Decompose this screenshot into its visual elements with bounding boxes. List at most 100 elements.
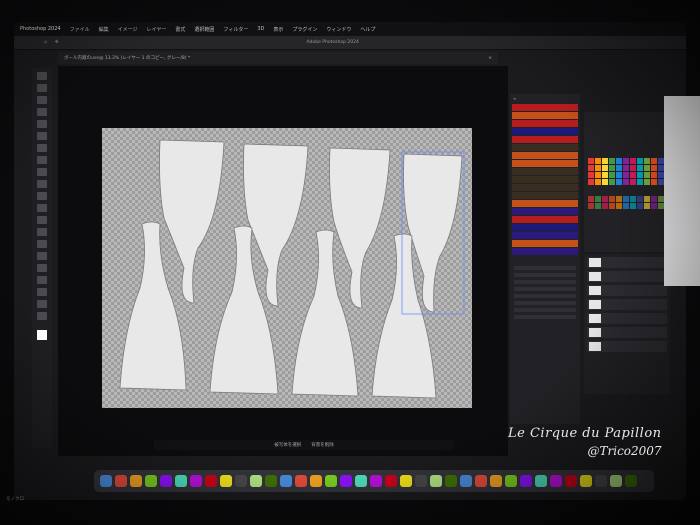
color-swatch[interactable] — [609, 179, 615, 185]
color-swatch[interactable] — [602, 196, 608, 202]
color-swatch[interactable] — [644, 172, 650, 178]
color-swatch[interactable] — [630, 165, 636, 171]
channel-row[interactable] — [512, 168, 578, 175]
frame-tool-icon[interactable] — [37, 132, 47, 140]
menu-filter[interactable]: フィルター — [223, 26, 248, 33]
menu-select[interactable]: 選択範囲 — [194, 26, 214, 33]
color-swatch[interactable] — [588, 203, 594, 209]
object-select-tool-icon[interactable] — [37, 108, 47, 116]
dock-app-icon[interactable] — [445, 475, 457, 487]
swatch-grid[interactable] — [588, 158, 666, 186]
menu-help[interactable]: ヘルプ — [360, 26, 375, 33]
color-swatch[interactable] — [595, 179, 601, 185]
channel-row[interactable] — [512, 248, 578, 255]
close-tab-icon[interactable]: × — [488, 56, 492, 61]
dock-app-icon[interactable] — [505, 475, 517, 487]
color-swatch[interactable] — [630, 203, 636, 209]
channel-row[interactable] — [512, 176, 578, 183]
dock-app-icon[interactable] — [490, 475, 502, 487]
marquee-tool-icon[interactable] — [37, 84, 47, 92]
dock-app-icon[interactable] — [475, 475, 487, 487]
color-swatch[interactable] — [637, 179, 643, 185]
menu-type[interactable]: 書式 — [175, 26, 185, 33]
dock-app-icon[interactable] — [535, 475, 547, 487]
color-swatch[interactable] — [623, 165, 629, 171]
crop-tool-icon[interactable] — [37, 120, 47, 128]
color-swatch[interactable] — [651, 165, 657, 171]
channel-row[interactable] — [512, 128, 578, 135]
dock-app-icon[interactable] — [520, 475, 532, 487]
channel-row[interactable] — [512, 240, 578, 247]
layer-item[interactable] — [587, 313, 667, 324]
app-name[interactable]: Photoshop 2024 — [20, 26, 61, 32]
color-swatch[interactable] — [623, 203, 629, 209]
color-swatch[interactable] — [630, 158, 636, 164]
color-swatch[interactable] — [623, 179, 629, 185]
dock-app-icon[interactable] — [595, 475, 607, 487]
menu-3d[interactable]: 3D — [257, 26, 264, 32]
property-row[interactable] — [514, 301, 576, 305]
dock-app-icon[interactable] — [625, 475, 637, 487]
color-swatch[interactable] — [588, 165, 594, 171]
lasso-tool-icon[interactable] — [37, 96, 47, 104]
channel-row[interactable] — [512, 224, 578, 231]
color-swatch[interactable] — [616, 158, 622, 164]
color-swatch[interactable] — [644, 196, 650, 202]
color-swatch[interactable] — [616, 203, 622, 209]
menu-file[interactable]: ファイル — [70, 26, 90, 33]
channel-row[interactable] — [512, 216, 578, 223]
menu-plugins[interactable]: プラグイン — [292, 26, 317, 33]
color-swatch[interactable] — [595, 203, 601, 209]
color-swatch[interactable] — [595, 158, 601, 164]
property-row[interactable] — [514, 273, 576, 277]
color-swatch[interactable] — [637, 203, 643, 209]
color-swatch[interactable] — [602, 203, 608, 209]
color-swatch[interactable] — [595, 165, 601, 171]
color-swatch[interactable] — [609, 172, 615, 178]
color-swatch[interactable] — [623, 196, 629, 202]
dock-app-icon[interactable] — [205, 475, 217, 487]
channel-row[interactable] — [512, 136, 578, 143]
brush-tool-icon[interactable] — [37, 168, 47, 176]
document-workspace[interactable] — [58, 66, 508, 456]
dock-app-icon[interactable] — [145, 475, 157, 487]
blur-tool-icon[interactable] — [37, 228, 47, 236]
color-swatch[interactable] — [651, 196, 657, 202]
color-swatch[interactable] — [588, 172, 594, 178]
dodge-tool-icon[interactable] — [37, 240, 47, 248]
layer-item[interactable] — [587, 257, 667, 268]
color-swatch[interactable] — [609, 158, 615, 164]
foreground-color-swatch[interactable] — [37, 330, 47, 340]
layer-item[interactable] — [587, 271, 667, 282]
color-swatch[interactable] — [588, 179, 594, 185]
color-swatch[interactable] — [623, 172, 629, 178]
dock-app-icon[interactable] — [430, 475, 442, 487]
layer-item[interactable] — [587, 327, 667, 338]
eraser-tool-icon[interactable] — [37, 204, 47, 212]
color-swatch[interactable] — [637, 158, 643, 164]
dock-app-icon[interactable] — [250, 475, 262, 487]
color-swatch[interactable] — [602, 172, 608, 178]
move-tool-icon[interactable] — [37, 72, 47, 80]
select-subject-button[interactable]: 被写体を選択 — [274, 442, 301, 448]
channel-row[interactable] — [512, 112, 578, 119]
dock-app-icon[interactable] — [280, 475, 292, 487]
move-tool-option-icon[interactable]: ✥ — [55, 40, 59, 45]
color-swatch[interactable] — [644, 158, 650, 164]
eyedropper-tool-icon[interactable] — [37, 144, 47, 152]
layer-item[interactable] — [587, 341, 667, 352]
dock-app-icon[interactable] — [415, 475, 427, 487]
dock-app-icon[interactable] — [295, 475, 307, 487]
channel-row[interactable] — [512, 184, 578, 191]
color-swatch[interactable] — [602, 165, 608, 171]
swatch-grid-secondary[interactable] — [588, 196, 666, 214]
color-swatch[interactable] — [630, 172, 636, 178]
document-canvas[interactable] — [102, 128, 472, 408]
channel-row[interactable] — [512, 144, 578, 151]
dock-app-icon[interactable] — [460, 475, 472, 487]
gradient-tool-icon[interactable] — [37, 216, 47, 224]
dock-app-icon[interactable] — [610, 475, 622, 487]
color-swatch[interactable] — [595, 196, 601, 202]
property-row[interactable] — [514, 294, 576, 298]
dock-app-icon[interactable] — [325, 475, 337, 487]
